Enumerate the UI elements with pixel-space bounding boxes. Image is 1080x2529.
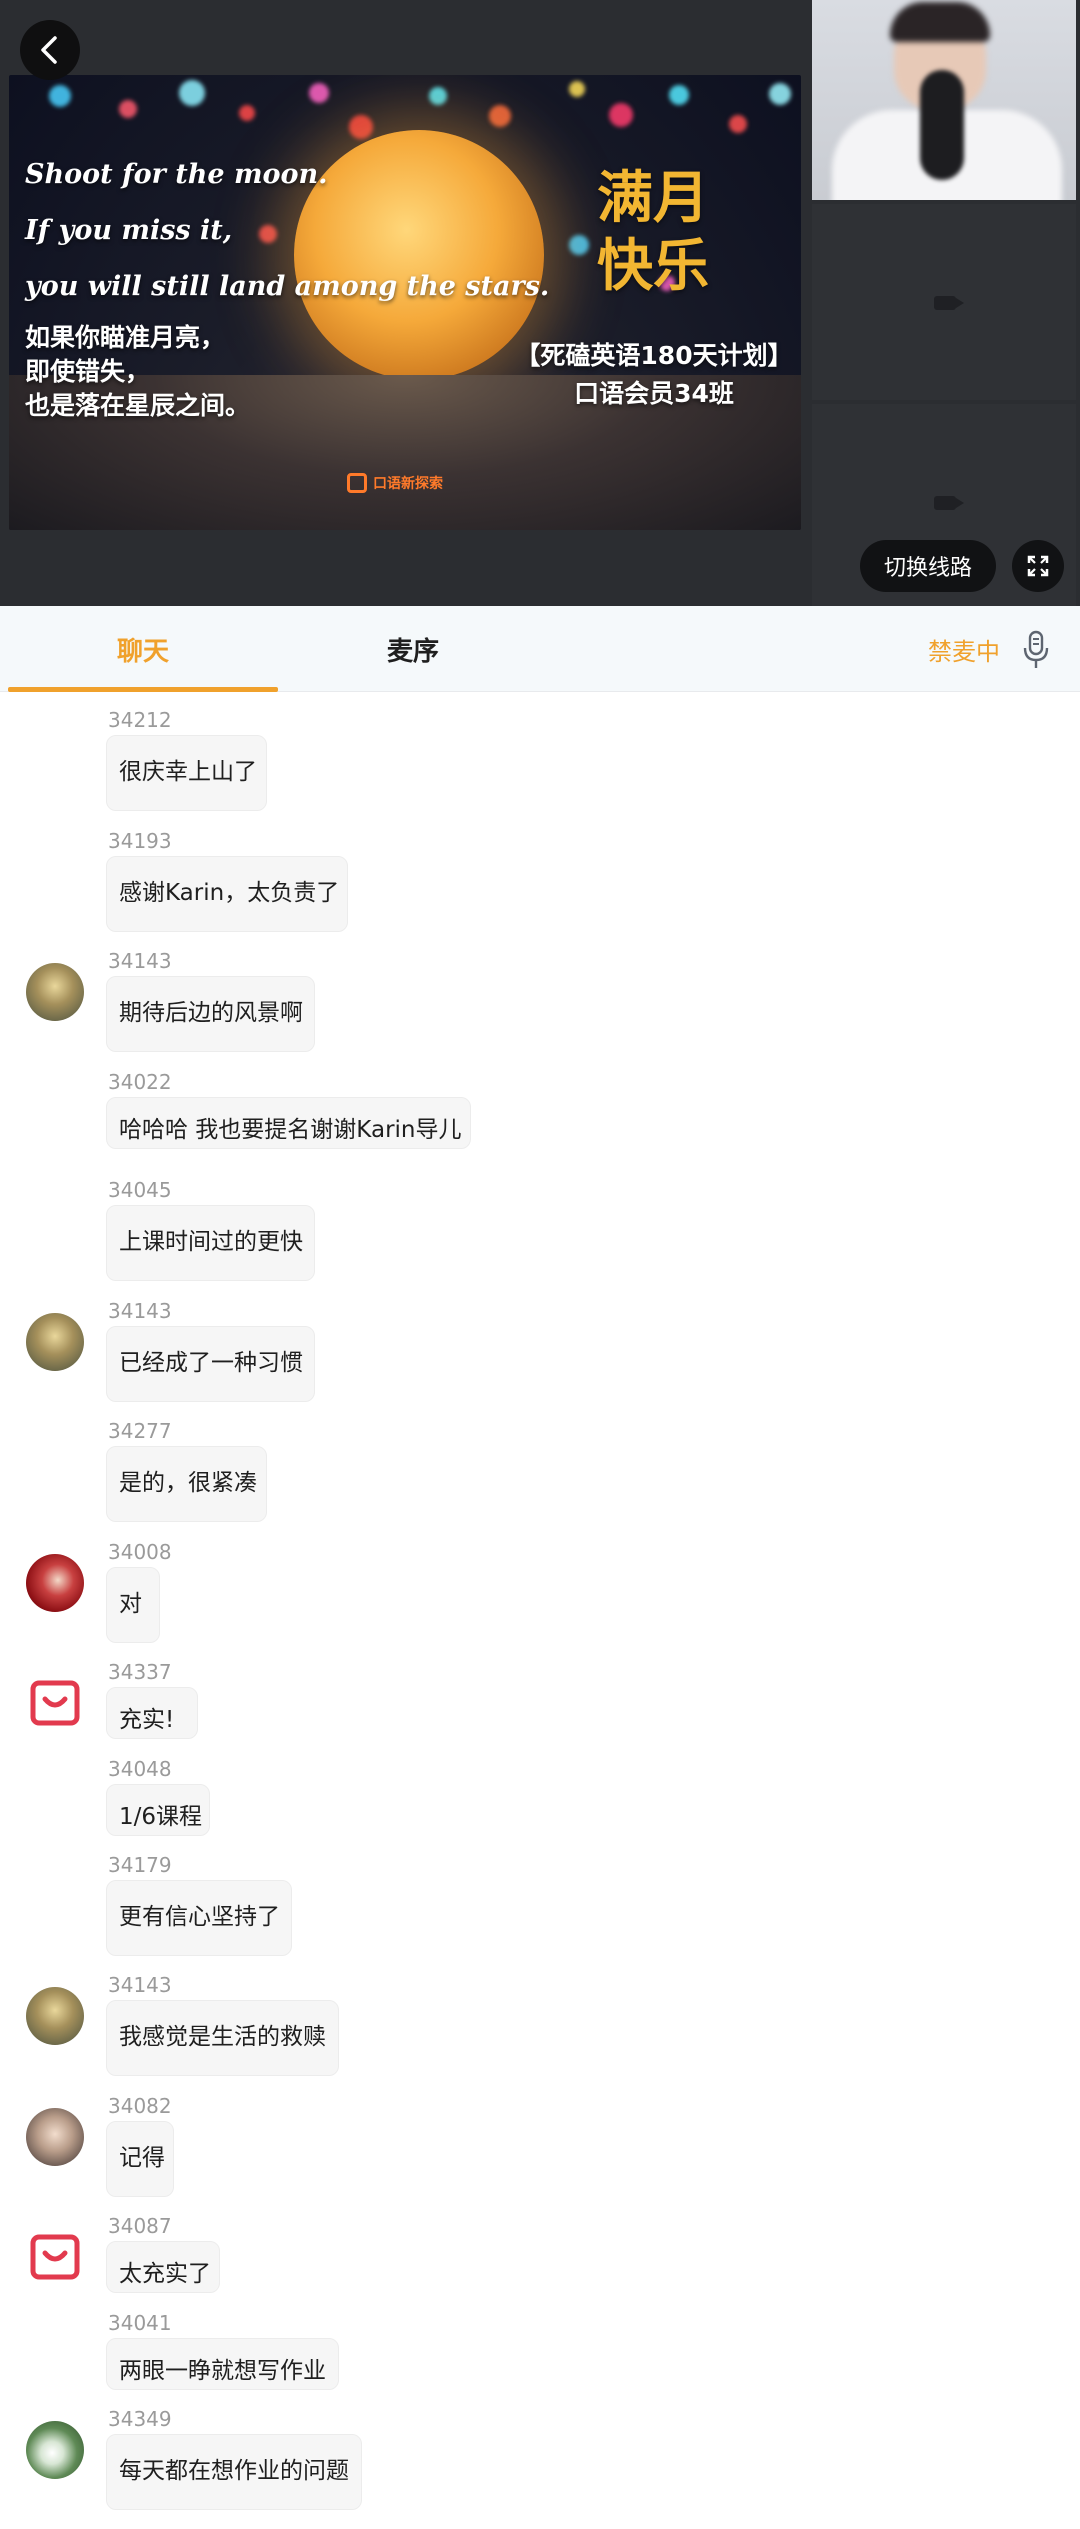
mute-status: 禁麦中: [928, 637, 1000, 666]
message-bubble[interactable]: 我感觉是生活的救赎: [106, 2000, 339, 2076]
message-bubble[interactable]: 更有信心坚持了: [106, 1880, 292, 1956]
message-bubble[interactable]: 每天都在想作业的问题: [106, 2434, 362, 2510]
user-avatar[interactable]: [26, 1554, 84, 1612]
tab-bar: 聊天 麦序 禁麦中: [0, 606, 1080, 692]
user-avatar[interactable]: [26, 1674, 84, 1732]
tab-chat-label: 聊天: [116, 636, 169, 667]
slide-logo-text: 口语新探索: [373, 476, 443, 492]
message-bubble[interactable]: 已经成了一种习惯: [106, 1326, 315, 1402]
message-bubble[interactable]: 感谢Karin，太负责了: [106, 856, 348, 932]
slide-plan-text: 【死磕英语180天计划】 口语会员34班: [514, 337, 794, 413]
sender-id: 34143: [108, 1299, 172, 1323]
sender-id: 34143: [108, 949, 172, 973]
shopping-bag-logo-icon: [30, 2234, 80, 2280]
teacher-camera[interactable]: [812, 0, 1076, 200]
slide-title-line: 满月: [597, 166, 709, 231]
shopping-bag-logo-icon: [30, 1680, 80, 1726]
fullscreen-icon: [1027, 555, 1049, 577]
slide-plan-line: 口语会员34班: [574, 379, 734, 408]
message-bubble[interactable]: 哈哈哈 我也要提名谢谢Karin导儿: [106, 1097, 471, 1149]
switch-line-button[interactable]: 切换线路: [860, 540, 996, 592]
tab-mic-queue[interactable]: 麦序: [278, 606, 548, 692]
sender-id: 34193: [108, 829, 172, 853]
chat-message-list[interactable]: 34212 很庆幸上山了 34193 感谢Karin，太负责了 34143 期待…: [0, 693, 1080, 2529]
slide-en-line: you will still land among the stars.: [25, 271, 550, 302]
message-bubble[interactable]: 很庆幸上山了: [106, 735, 267, 811]
sender-id: 34048: [108, 1757, 172, 1781]
slide-en-line: If you miss it,: [25, 215, 233, 246]
logo-mark-icon: [347, 473, 367, 493]
sender-id: 34008: [108, 1540, 172, 1564]
user-avatar[interactable]: [26, 1987, 84, 2045]
user-avatar[interactable]: [26, 2421, 84, 2479]
message-bubble[interactable]: 1/6课程: [106, 1784, 210, 1836]
message-bubble[interactable]: 充实!: [106, 1687, 198, 1739]
sender-id: 34041: [108, 2311, 172, 2335]
sender-id: 34277: [108, 1419, 172, 1443]
slide-cn-line: 也是落在星辰之间。: [25, 391, 251, 420]
message-bubble[interactable]: 太充实了: [106, 2241, 220, 2293]
fullscreen-button[interactable]: [1012, 540, 1064, 592]
sender-id: 34337: [108, 1660, 172, 1684]
sender-id: 34087: [108, 2214, 172, 2238]
user-avatar[interactable]: [26, 1313, 84, 1371]
live-video-area: Shoot for the moon. If you miss it, you …: [0, 0, 1080, 606]
message-bubble[interactable]: 对: [106, 1567, 160, 1643]
video-camera-icon: [934, 296, 964, 310]
user-avatar[interactable]: [26, 2108, 84, 2166]
user-avatar[interactable]: [26, 2228, 84, 2286]
tab-mic-queue-label: 麦序: [386, 636, 439, 667]
user-avatar[interactable]: [26, 963, 84, 1021]
slide-plan-line: 【死磕英语180天计划】: [515, 341, 793, 370]
slide-logo: 口语新探索: [347, 473, 443, 493]
camera-slot-empty[interactable]: [812, 204, 1076, 400]
sender-id: 34212: [108, 708, 172, 732]
slide-cn-line: 如果你瞄准月亮，: [25, 323, 226, 352]
slide-cn-line: 即使错失，: [25, 357, 151, 386]
tab-chat[interactable]: 聊天: [8, 606, 278, 692]
slide-english-quote: Shoot for the moon. If you miss it, you …: [25, 147, 585, 315]
sender-id: 34349: [108, 2407, 172, 2431]
sender-id: 34022: [108, 1070, 172, 1094]
microphone-icon: [1023, 630, 1049, 668]
video-camera-icon: [934, 496, 964, 510]
slide-title: 满月 快乐: [597, 165, 737, 301]
sender-id: 34045: [108, 1178, 172, 1202]
message-bubble[interactable]: 是的，很紧凑: [106, 1446, 267, 1522]
message-bubble[interactable]: 两眼一睁就想写作业: [106, 2338, 339, 2390]
slide-title-line: 快乐: [597, 234, 709, 299]
active-tab-indicator: [8, 687, 278, 692]
back-arrow-icon: [41, 36, 57, 64]
back-button[interactable]: [20, 20, 80, 80]
presentation-slide: Shoot for the moon. If you miss it, you …: [9, 75, 801, 530]
message-bubble[interactable]: 上课时间过的更快: [106, 1205, 315, 1281]
message-bubble[interactable]: 期待后边的风景啊: [106, 976, 315, 1052]
message-bubble[interactable]: 记得: [106, 2121, 174, 2197]
slide-en-line: Shoot for the moon.: [25, 159, 328, 190]
sender-id: 34143: [108, 1973, 172, 1997]
microphone-button[interactable]: [1016, 628, 1056, 672]
slide-chinese-quote: 如果你瞄准月亮， 即使错失， 也是落在星辰之间。: [25, 321, 250, 423]
sender-id: 34179: [108, 1853, 172, 1877]
sender-id: 34082: [108, 2094, 172, 2118]
